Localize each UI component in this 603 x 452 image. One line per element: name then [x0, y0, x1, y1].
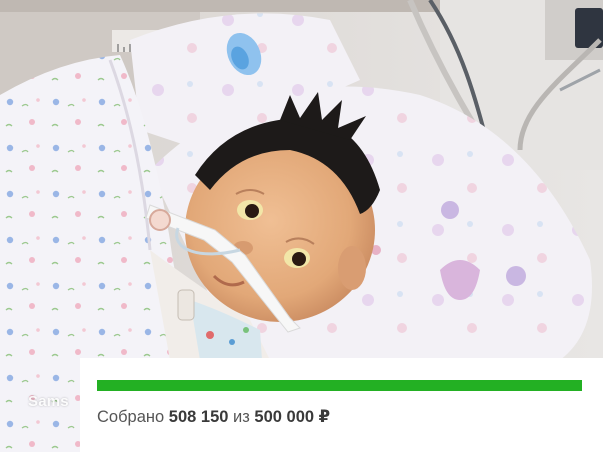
camera-watermark: Sams [28, 393, 69, 410]
separator-text: из [233, 408, 250, 426]
raised-label: Собрано [97, 408, 165, 426]
goal-amount: 500 000 ₽ [254, 408, 331, 426]
raised-amount-text: Собрано 508 150 из 500 000 ₽ [97, 407, 330, 427]
progress-bar [97, 380, 582, 391]
raised-amount: 508 150 [168, 408, 229, 426]
progress-bar-fill [97, 380, 582, 391]
donation-progress-card: Собрано 508 150 из 500 000 ₽ [80, 358, 603, 452]
